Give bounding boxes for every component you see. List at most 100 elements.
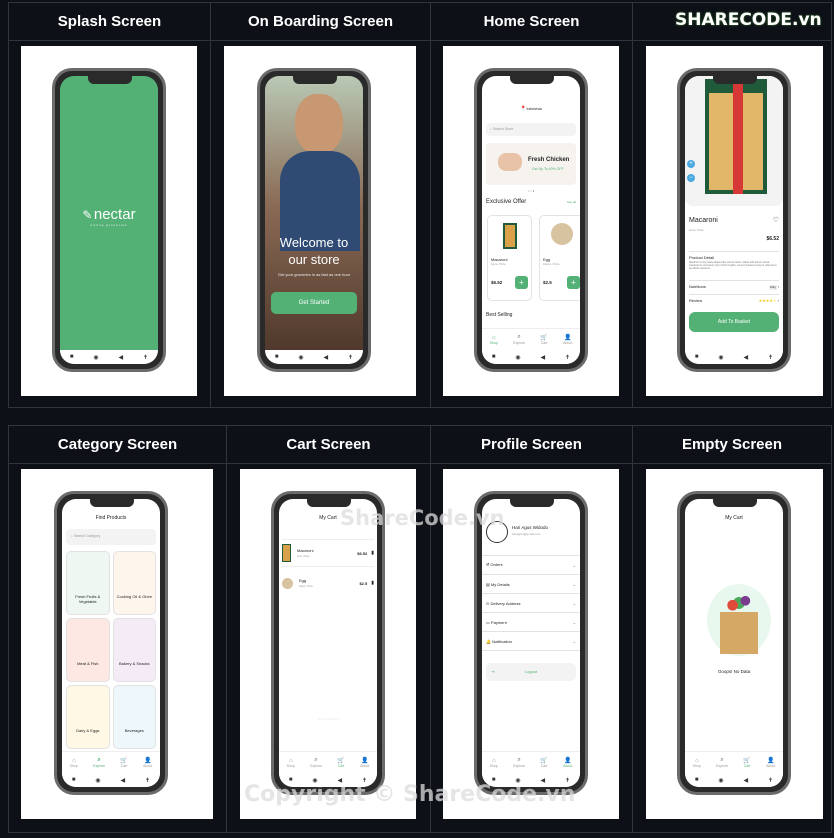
logout-button[interactable]: ⇥ Logout xyxy=(486,663,576,681)
category-label: Cooking Oil & Ghee xyxy=(116,594,152,599)
category-card[interactable]: Beverages xyxy=(112,685,156,749)
add-to-basket-button[interactable]: Add To Basket xyxy=(689,312,779,332)
cart-item[interactable]: Macaroni 1pcs, Price $6.52 ▮ xyxy=(282,539,374,567)
profile-menu-item[interactable]: 🗎 Orders → xyxy=(482,556,580,575)
nav-shop[interactable]: ⌂ Shop xyxy=(70,758,78,768)
nav-about[interactable]: 👤 About xyxy=(766,757,775,768)
category-card[interactable]: Fresh Fruits & Vegetable xyxy=(66,551,110,615)
category-card[interactable]: Dairy & Eggs xyxy=(66,685,110,749)
profile-menu-item[interactable]: ▤ My Details → xyxy=(482,575,580,594)
nav-about[interactable]: 👤 About xyxy=(563,334,572,345)
zoom-in-button[interactable]: + xyxy=(687,160,695,168)
welcome-subtitle: Get your groceries in as fast as one hou… xyxy=(277,272,351,277)
screen-title: Home Screen xyxy=(431,3,632,41)
see-all-link[interactable]: See all xyxy=(567,200,576,204)
product-detail-toggle[interactable]: Product Detail xyxy=(689,251,779,260)
macaroni-package-image xyxy=(705,79,767,194)
nav-explore[interactable]: ⌕ Explore xyxy=(93,757,105,768)
delivery-man-photo xyxy=(295,94,343,154)
nav-about[interactable]: 👤 About xyxy=(360,757,369,768)
macaroni-image xyxy=(502,223,517,249)
arrow-right-icon: → xyxy=(572,619,576,625)
phone-splash: ✎ nectar online groceries ■ ◉ ◀ ✝ xyxy=(52,68,166,372)
nav-explore[interactable]: ⌕ Explore xyxy=(716,757,728,768)
category-card[interactable]: Cooking Oil & Ghee xyxy=(112,551,156,615)
profile-menu-item[interactable]: ⊙ Delivery Address → xyxy=(482,594,580,613)
watermark-center: ShareCode.vn xyxy=(340,506,505,530)
carrot-logo-icon: ✎ xyxy=(82,208,93,222)
arrow-right-icon: → xyxy=(572,562,576,568)
category-card[interactable]: Meat & Fish xyxy=(66,618,110,682)
screen-title: Empty Screen xyxy=(633,426,831,464)
search-input[interactable]: ⌕ Search Category xyxy=(66,529,156,545)
welcome-heading: Welcome to our store xyxy=(279,235,349,267)
category-label: Fresh Fruits & Vegetable xyxy=(75,594,101,604)
sharecode-logo: SHARECODE.vn xyxy=(675,10,822,30)
phone-home: 📍Indonesia ⌕ Search Store Fresh Chicken … xyxy=(474,68,588,372)
phone-onboarding: Welcome to our store Get your groceries … xyxy=(257,68,371,372)
macaroni-image xyxy=(282,544,291,562)
logout-icon: ⇥ xyxy=(491,669,495,674)
delete-icon[interactable]: ▮ xyxy=(371,550,374,556)
nav-cart[interactable]: 🛒 Cart xyxy=(743,757,750,768)
nav-shop[interactable]: ⌂ Shop xyxy=(693,758,701,768)
add-button[interactable]: + xyxy=(515,276,528,289)
empty-message: Ooops! No Data xyxy=(717,669,751,674)
delete-icon[interactable]: ▮ xyxy=(371,580,374,586)
egg-image xyxy=(550,223,573,245)
nav-about[interactable]: 👤 About xyxy=(143,757,152,768)
add-button[interactable]: + xyxy=(567,276,580,289)
promo-banner[interactable]: Fresh Chicken Get Up To 40% OFF xyxy=(486,143,576,185)
category-label: Bakery & Snacks xyxy=(119,661,150,666)
menu-icon: 🔔 xyxy=(486,638,491,644)
product-card[interactable]: Egg 10pcs, Price $2.5 + xyxy=(539,215,580,301)
profile-menu-item[interactable]: 🔔 Notification → xyxy=(482,632,580,651)
product-description: Macaroni is dry pasta shaped like narrow… xyxy=(689,261,777,270)
page-title: My Cart xyxy=(725,515,743,521)
profile-email: hariagus@gmail.com xyxy=(512,532,541,536)
nav-about[interactable]: 👤 About xyxy=(563,757,572,768)
favorite-heart-icon[interactable]: ♡ xyxy=(773,216,779,224)
nav-shop[interactable]: ⌂ Shop xyxy=(490,758,498,768)
chicken-image xyxy=(498,153,522,171)
nutritions-row[interactable]: Nutritions 100g › xyxy=(689,280,779,290)
category-label: Dairy & Eggs xyxy=(76,728,100,733)
arrow-right-icon: → xyxy=(572,581,576,587)
tagline: online groceries xyxy=(90,223,128,227)
arrow-right-icon: → xyxy=(572,638,576,644)
profile-name: Hari Agus Widodo xyxy=(512,525,549,530)
profile-menu-item[interactable]: ▭ Payment → xyxy=(482,613,580,632)
screen-title: On Boarding Screen xyxy=(211,3,430,41)
nav-shop[interactable]: ⌂ Shop xyxy=(490,335,498,345)
rating-stars: ★★★★☆ xyxy=(758,298,777,303)
nav-cart[interactable]: 🛒 Cart xyxy=(120,757,127,768)
location: Indonesia xyxy=(526,107,542,111)
phone-cart: My Cart Macaroni 1pcs, Price $6.52 ▮ Egg 10… xyxy=(271,491,385,795)
nav-explore[interactable]: ⌕ Explore xyxy=(310,757,322,768)
category-label: Beverages xyxy=(124,728,144,733)
checkout-button[interactable]: Go to Checkout xyxy=(279,717,377,721)
section-title: Exclusive Offer xyxy=(486,199,527,205)
carousel-dots: • • • xyxy=(527,188,535,193)
menu-icon: ▭ xyxy=(486,619,490,625)
nav-explore[interactable]: ⌕ Explore xyxy=(513,334,525,345)
brand-name: nectar xyxy=(93,206,136,223)
arrow-right-icon: → xyxy=(572,600,576,606)
product-card[interactable]: Macaroni 1pcs, Price $6.52 + xyxy=(487,215,532,301)
cart-item[interactable]: Egg 10pcs, Price $2.5 ▮ xyxy=(282,569,374,597)
nav-cart[interactable]: 🛒 Cart xyxy=(540,757,547,768)
nav-shop[interactable]: ⌂ Shop xyxy=(287,758,295,768)
get-started-button[interactable]: Get Started xyxy=(271,292,357,314)
menu-icon: ▤ xyxy=(486,581,490,587)
review-row[interactable]: Review ★★★★☆ › xyxy=(689,294,779,303)
phone-empty: My Cart Ooops! No Data ⌂ Shop ⌕ Explore 🛒 Car… xyxy=(677,491,791,795)
zoom-out-button[interactable]: − xyxy=(687,174,695,182)
nav-explore[interactable]: ⌕ Explore xyxy=(513,757,525,768)
search-input[interactable]: ⌕ Search Store xyxy=(486,123,576,136)
screen-title: Profile Screen xyxy=(431,426,632,464)
nav-cart[interactable]: 🛒 Cart xyxy=(540,334,547,345)
phone-profile: Hari Agus Widodo hariagus@gmail.com 🗎 Or… xyxy=(474,491,588,795)
nav-cart[interactable]: 🛒 Cart xyxy=(337,757,344,768)
category-card[interactable]: Bakery & Snacks xyxy=(112,618,156,682)
page-title: Find Products xyxy=(95,515,127,521)
